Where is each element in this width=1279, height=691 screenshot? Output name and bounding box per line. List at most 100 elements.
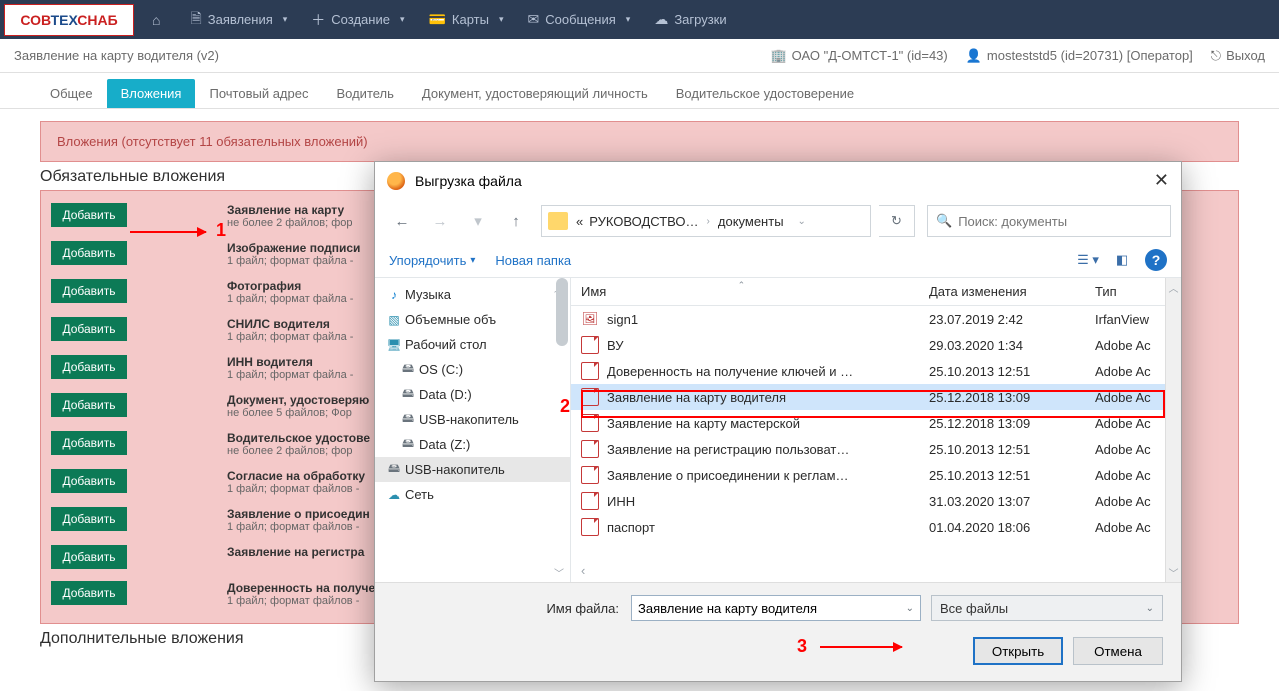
file-type: Adobe Ac [1095,494,1171,509]
nav-home[interactable]: ⌂ [140,12,178,28]
add-button[interactable]: Добавить [51,507,127,531]
file-row[interactable]: Доверенность на получение ключей и …25.1… [571,358,1181,384]
tab-driver[interactable]: Водитель [322,79,407,108]
file-name: ИНН [607,494,929,509]
close-icon[interactable]: ✕ [1154,170,1169,191]
file-type: Adobe Ac [1095,416,1171,431]
file-type: IrfanView [1095,312,1171,327]
attachment-title: Водительское удостове [227,431,370,445]
add-button[interactable]: Добавить [51,317,127,341]
pdf-icon [581,336,599,354]
nav-cards[interactable]: 💳Карты▾ [416,11,515,28]
add-button[interactable]: Добавить [51,545,127,569]
add-button[interactable]: Добавить [51,469,127,493]
breadcrumb[interactable]: « РУКОВОДСТВО… › документы ⌄ [541,205,871,237]
add-button[interactable]: Добавить [51,203,127,227]
building-icon: 🏢 [770,48,786,64]
col-name[interactable]: Имя⌃ [581,284,929,299]
add-button[interactable]: Добавить [51,355,127,379]
h-scrollbar[interactable]: ‹› [571,561,1181,582]
tab-postal[interactable]: Почтовый адрес [195,79,322,108]
plus-icon: ＋ [311,10,325,30]
pdf-icon [581,466,599,484]
file-row[interactable]: Заявление на карту мастерской25.12.2018 … [571,410,1181,436]
nav-applications[interactable]: 🗎Заявления▾ [178,8,299,32]
tree-item-label: OS (C:) [419,362,463,377]
file-name: Доверенность на получение ключей и … [607,364,929,379]
open-button[interactable]: Открыть [973,637,1063,665]
file-row[interactable]: Заявление на карту водителя25.12.2018 13… [571,384,1181,410]
filename-input[interactable] [638,601,906,616]
alert-missing: Вложения (отсутствует 11 обязательных вл… [40,121,1239,162]
add-button[interactable]: Добавить [51,241,127,265]
new-folder-button[interactable]: Новая папка [495,253,571,268]
tree-item[interactable]: 🖴USB-накопитель [375,407,570,432]
attachment-title: Изображение подписи [227,241,360,255]
attachment-title: Документ, удостоверяю [227,393,369,407]
attachment-title: Фотография [227,279,353,293]
nav-downloads[interactable]: ☁Загрузки [642,11,738,28]
tree-item-label: Музыка [405,287,451,302]
filter-select[interactable]: Все файлы⌄ [931,595,1163,621]
view-mode-button[interactable]: ☰ ▾ [1077,249,1099,271]
tree-item[interactable]: ☁Сеть [375,482,570,507]
file-row[interactable]: ВУ29.03.2020 1:34Adobe Ac [571,332,1181,358]
nav-messages[interactable]: ✉Сообщения▾ [515,11,642,28]
attachment-title: ИНН водителя [227,355,353,369]
col-type[interactable]: Тип [1095,284,1171,299]
refresh-button[interactable]: ↻ [879,205,915,237]
nav-create[interactable]: ＋Создание▾ [299,10,416,30]
chevron-down-icon[interactable]: ⌄ [906,603,914,614]
file-type: Adobe Ac [1095,468,1171,483]
attachment-sub: 1 файл; формат файла - [227,369,353,381]
v-scrollbar[interactable]: ︿﹀ [1165,278,1181,582]
attachment-sub: 1 файл; формат файла - [227,255,360,267]
tab-attachments[interactable]: Вложения [107,79,196,108]
file-date: 23.07.2019 2:42 [929,312,1095,327]
nav-forward[interactable]: → [423,206,457,236]
tree-item[interactable]: 🖴USB-накопитель [375,457,570,482]
file-list: Имя⌃ Дата изменения Тип 🖼sign123.07.2019… [571,278,1181,582]
col-date[interactable]: Дата изменения [929,284,1095,299]
help-icon[interactable]: ? [1145,249,1167,271]
search-box[interactable]: 🔍 [927,205,1171,237]
attachment-sub: 1 файл; формат файлов - [227,483,365,495]
file-date: 25.12.2018 13:09 [929,416,1095,431]
nav-recent[interactable]: ▾ [461,206,495,236]
add-button[interactable]: Добавить [51,431,127,455]
file-row[interactable]: паспорт01.04.2020 18:06Adobe Ac [571,514,1181,540]
add-button[interactable]: Добавить [51,279,127,303]
file-row[interactable]: Заявление о присоединении к реглам…25.10… [571,462,1181,488]
nav-up[interactable]: ↑ [499,206,533,236]
cancel-button[interactable]: Отмена [1073,637,1163,665]
tree-item-icon: 🖴 [399,388,417,402]
file-row[interactable]: Заявление на регистрацию пользоват…25.10… [571,436,1181,462]
tree-item[interactable]: ▧Объемные объ [375,307,570,332]
organize-button[interactable]: Упорядочить▾ [389,253,475,268]
tab-identity-doc[interactable]: Документ, удостоверяющий личность [408,79,662,108]
add-button[interactable]: Добавить [51,581,127,605]
file-date: 25.10.2013 12:51 [929,364,1095,379]
file-row[interactable]: 🖼sign123.07.2019 2:42IrfanView [571,306,1181,332]
tree-item[interactable]: ♪Музыка [375,282,570,307]
search-input[interactable] [958,214,1162,229]
tree-item[interactable]: 🖴OS (C:) [375,357,570,382]
chevron-down-icon[interactable]: ⌄ [798,216,806,227]
file-name: Заявление на карту водителя [607,390,929,405]
tab-general[interactable]: Общее [36,79,107,108]
tree-item[interactable]: 🖴Data (D:) [375,382,570,407]
scrollbar-thumb[interactable] [556,278,568,346]
add-button[interactable]: Добавить [51,393,127,417]
file-date: 25.12.2018 13:09 [929,390,1095,405]
preview-pane-button[interactable]: ◧ [1111,249,1133,271]
tree-item[interactable]: 🖥Рабочий стол [375,332,570,357]
filename-input-wrap[interactable]: ⌄ [631,595,921,621]
dialog-nav: ← → ▾ ↑ « РУКОВОДСТВО… › документы ⌄ ↻ 🔍 [375,199,1181,243]
logout-link[interactable]: ⎋Выход [1211,48,1265,64]
scroll-down-icon[interactable]: ﹀ [554,565,568,580]
folder-icon [548,212,568,230]
tab-license[interactable]: Водительское удостоверение [662,79,868,108]
nav-back[interactable]: ← [385,206,419,236]
file-row[interactable]: ИНН31.03.2020 13:07Adobe Ac [571,488,1181,514]
tree-item[interactable]: 🖴Data (Z:) [375,432,570,457]
